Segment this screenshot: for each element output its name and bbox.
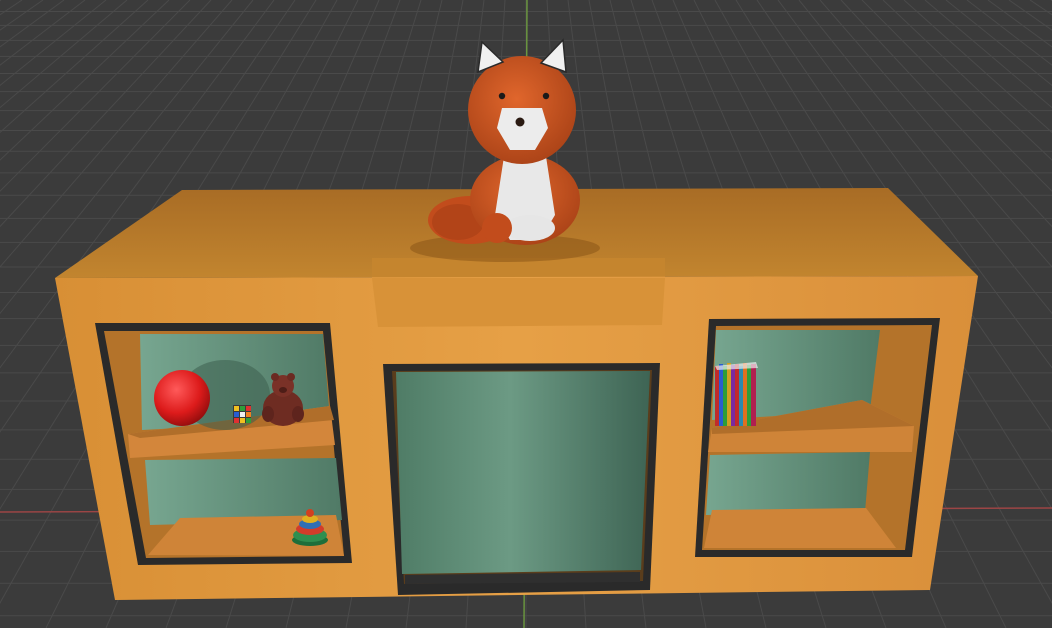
red-ball[interactable] — [154, 370, 210, 426]
right-back-wall-lower — [706, 452, 870, 515]
fox-nose — [515, 117, 525, 127]
fox-paws — [505, 215, 555, 241]
fox-right-eye — [542, 92, 550, 100]
rubiks-cube[interactable] — [233, 405, 251, 423]
3d-viewport[interactable] — [0, 0, 1052, 628]
right-compartment — [695, 318, 940, 557]
center-door[interactable] — [383, 363, 660, 595]
glass-door — [396, 371, 650, 574]
scene-canvas — [0, 0, 1052, 628]
cabinet[interactable] — [55, 188, 978, 600]
books[interactable] — [715, 362, 758, 426]
right-bottom-shelf — [704, 508, 896, 548]
cabinet-center-panel — [372, 278, 665, 327]
fox-left-eye — [498, 92, 506, 100]
